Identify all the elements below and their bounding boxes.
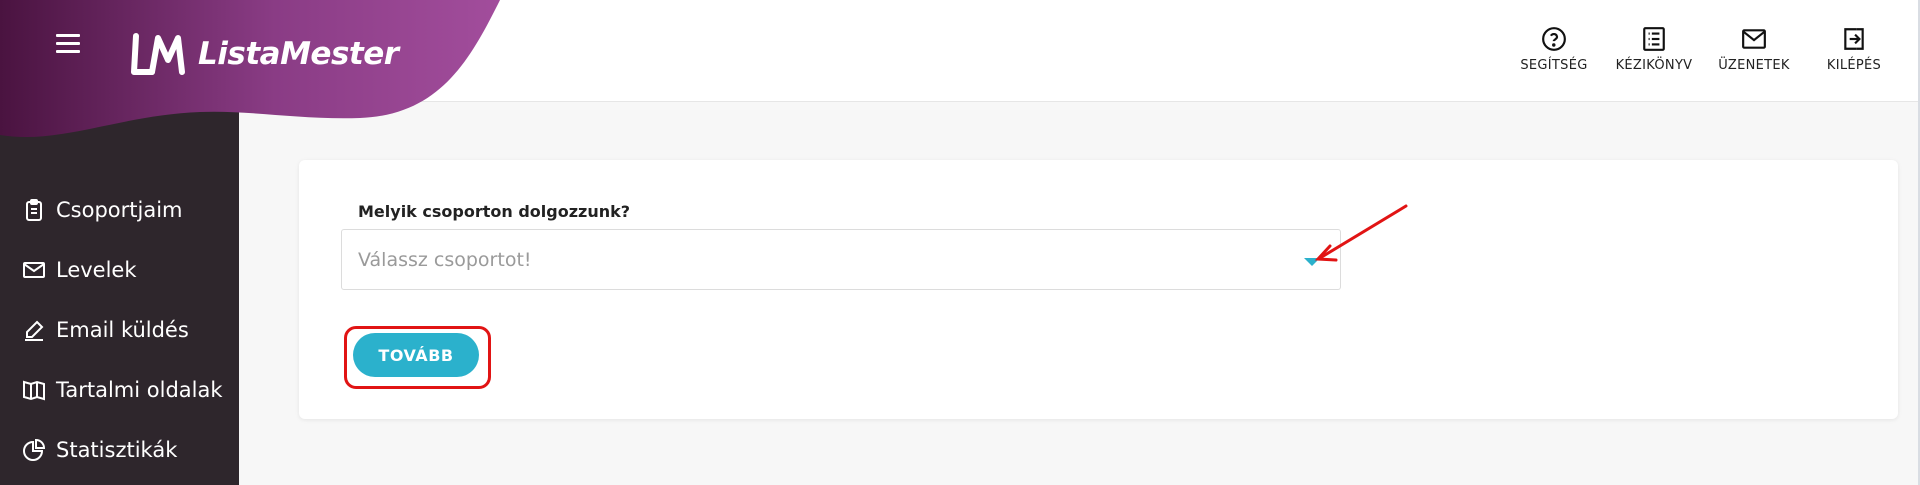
sidebar-item-email-send[interactable]: Email küldés	[0, 300, 239, 360]
group-select-label: Melyik csoporton dolgozzunk?	[358, 202, 631, 221]
sidebar-item-label: Statisztikák	[56, 438, 178, 462]
manual-button[interactable]: KÉZIKÖNYV	[1604, 26, 1704, 73]
sidebar-item-label: Csoportjaim	[56, 198, 183, 222]
logout-button[interactable]: KILÉPÉS	[1804, 26, 1904, 73]
logout-icon	[1844, 28, 1864, 50]
logo-text: ListaMester	[198, 36, 399, 72]
messages-label: ÜZENETEK	[1718, 58, 1790, 73]
messages-button[interactable]: ÜZENETEK	[1704, 26, 1804, 73]
sidebar-item-statistics[interactable]: Statisztikák	[0, 420, 239, 480]
sidebar-item-content-pages[interactable]: Tartalmi oldalak	[0, 360, 239, 420]
mail-icon	[1742, 29, 1766, 49]
red-arrow-annotation	[1314, 204, 1408, 262]
help-button[interactable]: SEGÍTSÉG	[1504, 26, 1604, 73]
clipboard-icon	[26, 199, 42, 221]
list-document-icon	[1643, 27, 1665, 51]
group-select-dropdown[interactable]: Válassz csoportot!	[341, 229, 1341, 290]
sidebar-item-letters[interactable]: Levelek	[0, 240, 239, 300]
sidebar-item-label: Levelek	[56, 258, 137, 282]
logout-label: KILÉPÉS	[1826, 58, 1882, 73]
sidebar-nav: Csoportjaim Levelek Email küldés Tartalm…	[0, 180, 239, 480]
help-circle-icon	[1542, 27, 1566, 51]
envelope-icon	[23, 262, 45, 278]
pie-chart-icon	[23, 438, 46, 461]
manual-label: KÉZIKÖNYV	[1615, 58, 1693, 73]
sidebar-item-groups[interactable]: Csoportjaim	[0, 180, 239, 240]
book-icon	[23, 380, 45, 401]
help-label: SEGÍTSÉG	[1520, 58, 1588, 73]
header-actions: SEGÍTSÉG KÉZIKÖNYV ÜZENETEK KILÉPÉS	[1504, 26, 1904, 73]
group-select-placeholder: Válassz csoportot!	[358, 249, 532, 271]
sidebar-item-label: Email küldés	[56, 318, 189, 342]
sidebar-item-label: Tartalmi oldalak	[56, 378, 223, 402]
pencil-icon	[25, 320, 44, 341]
listamester-logo-icon	[131, 33, 185, 75]
menu-toggle-button[interactable]	[56, 34, 82, 56]
logo[interactable]: ListaMester	[130, 30, 399, 78]
next-button[interactable]: TOVÁBB	[353, 333, 479, 377]
